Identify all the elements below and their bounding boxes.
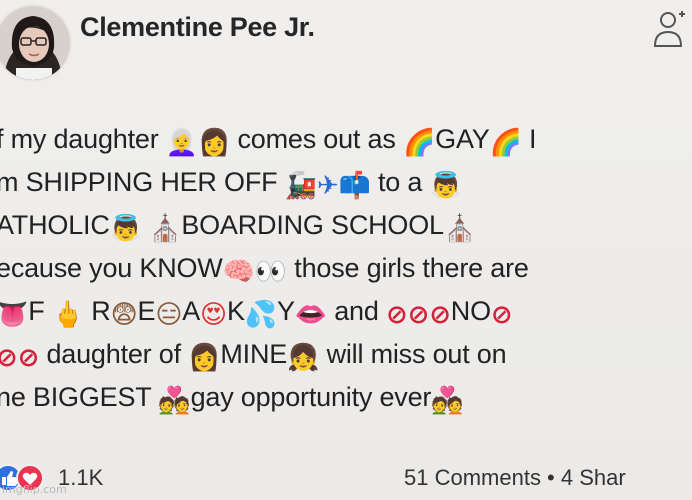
post-text-segment: those girls there are (286, 253, 529, 283)
post-text-segment: E (137, 296, 156, 326)
emoji-icon: 😨 (110, 300, 138, 330)
emoji-icon: 😑 (155, 300, 183, 330)
post-text-segment: ne BIGGEST (0, 382, 159, 412)
emoji-icon: 🖕 (51, 300, 84, 330)
emoji-icon: 💑 (431, 386, 464, 416)
emoji-icon: ⊘ (429, 300, 451, 330)
post-text-segment: to a (370, 167, 430, 197)
facebook-post: Clementine Pee Jr. f my daughter 👩‍🦳👩 co… (0, 0, 692, 500)
post-text-segment: m SHIPPING HER OFF (0, 167, 285, 197)
emoji-icon: 👅 (0, 300, 29, 330)
emoji-icon: 👩 (197, 128, 231, 158)
watermark: imgflip.com (2, 483, 67, 496)
post-text-segment: K (226, 296, 245, 326)
post-text-segment (142, 210, 149, 240)
post-text-segment: I (521, 124, 537, 154)
emoji-icon: ⊘ (386, 300, 408, 330)
emoji-icon: 👀 (254, 257, 287, 287)
emoji-icon: 💑 (158, 386, 191, 416)
emoji-icon: 👩 (188, 343, 221, 373)
post-text-segment: will miss out on (319, 339, 507, 369)
author-name[interactable]: Clementine Pee Jr. (80, 12, 315, 43)
post-text-line: ⊘⊘ daughter of 👩MINE👧 will miss out on (0, 333, 692, 376)
emoji-icon: ⊘ (17, 343, 40, 373)
post-text-segment: gay opportunity ever (190, 382, 432, 412)
post-text-segment: ecause you KNOW (0, 253, 223, 283)
post-text-segment: Y (276, 296, 295, 326)
emoji-icon: 🚂 (284, 171, 317, 201)
emoji-icon: ⊘ (0, 343, 18, 373)
post-text-line: m SHIPPING HER OFF 🚂✈📫 to a 👼 (0, 161, 692, 204)
post-text-segment: R (83, 296, 111, 326)
post-footer: 1.1K 51 Comments • 4 Shar (0, 455, 692, 500)
post-text-line: f my daughter 👩‍🦳👩 comes out as 🌈GAY🌈 I (0, 118, 692, 161)
emoji-icon: 👼 (429, 171, 462, 201)
emoji-icon: ✈ (316, 171, 339, 201)
emoji-icon: 📫 (338, 171, 371, 201)
post-text-segment: and (326, 296, 386, 326)
emoji-icon: 😍 (200, 300, 227, 330)
post-text-segment: BOARDING SCHOOL (181, 210, 444, 240)
post-text-segment: f my daughter (0, 124, 166, 154)
avatar[interactable] (0, 4, 72, 82)
comments-shares-count[interactable]: 51 Comments • 4 Shar (404, 465, 626, 491)
emoji-icon: ⛪ (443, 214, 477, 244)
emoji-icon: 🧠 (222, 257, 255, 287)
emoji-icon: 👄 (294, 300, 327, 330)
post-text-line: ATHOLIC👼 ⛪BOARDING SCHOOL⛪ (0, 204, 692, 247)
emoji-icon: ⛪ (149, 214, 182, 244)
emoji-icon: 🌈 (489, 128, 522, 158)
emoji-icon: 👧 (287, 343, 320, 373)
emoji-icon: 🌈 (402, 128, 436, 158)
emoji-icon: 👼 (109, 214, 142, 244)
post-text-line: ne BIGGEST 💑gay opportunity ever💑 (0, 376, 692, 419)
avatar-image (0, 6, 70, 80)
emoji-icon: 👩‍🦳 (165, 128, 198, 158)
emoji-icon: ⊘ (407, 300, 430, 330)
post-text-segment: ATHOLIC (0, 210, 110, 240)
post-text-segment: comes out as (230, 124, 403, 154)
post-header: Clementine Pee Jr. (0, 0, 692, 90)
post-text-line: 👅F 🖕 R😨E😑A😍K💦Y👄 and ⊘⊘⊘NO⊘ (0, 290, 692, 333)
add-friend-icon[interactable] (652, 8, 686, 52)
post-text: f my daughter 👩‍🦳👩 comes out as 🌈GAY🌈 Im… (0, 118, 692, 419)
post-text-segment: NO (450, 296, 491, 326)
emoji-icon: ⊘ (490, 300, 513, 330)
post-text-segment: MINE (220, 339, 288, 369)
post-text-segment: daughter of (39, 339, 189, 369)
post-text-segment: GAY (435, 124, 490, 154)
emoji-icon: 💦 (244, 300, 277, 330)
post-text-line: ecause you KNOW🧠👀 those girls there are (0, 247, 692, 290)
post-text-segment: F (28, 296, 52, 326)
post-text-segment: A (182, 296, 201, 326)
